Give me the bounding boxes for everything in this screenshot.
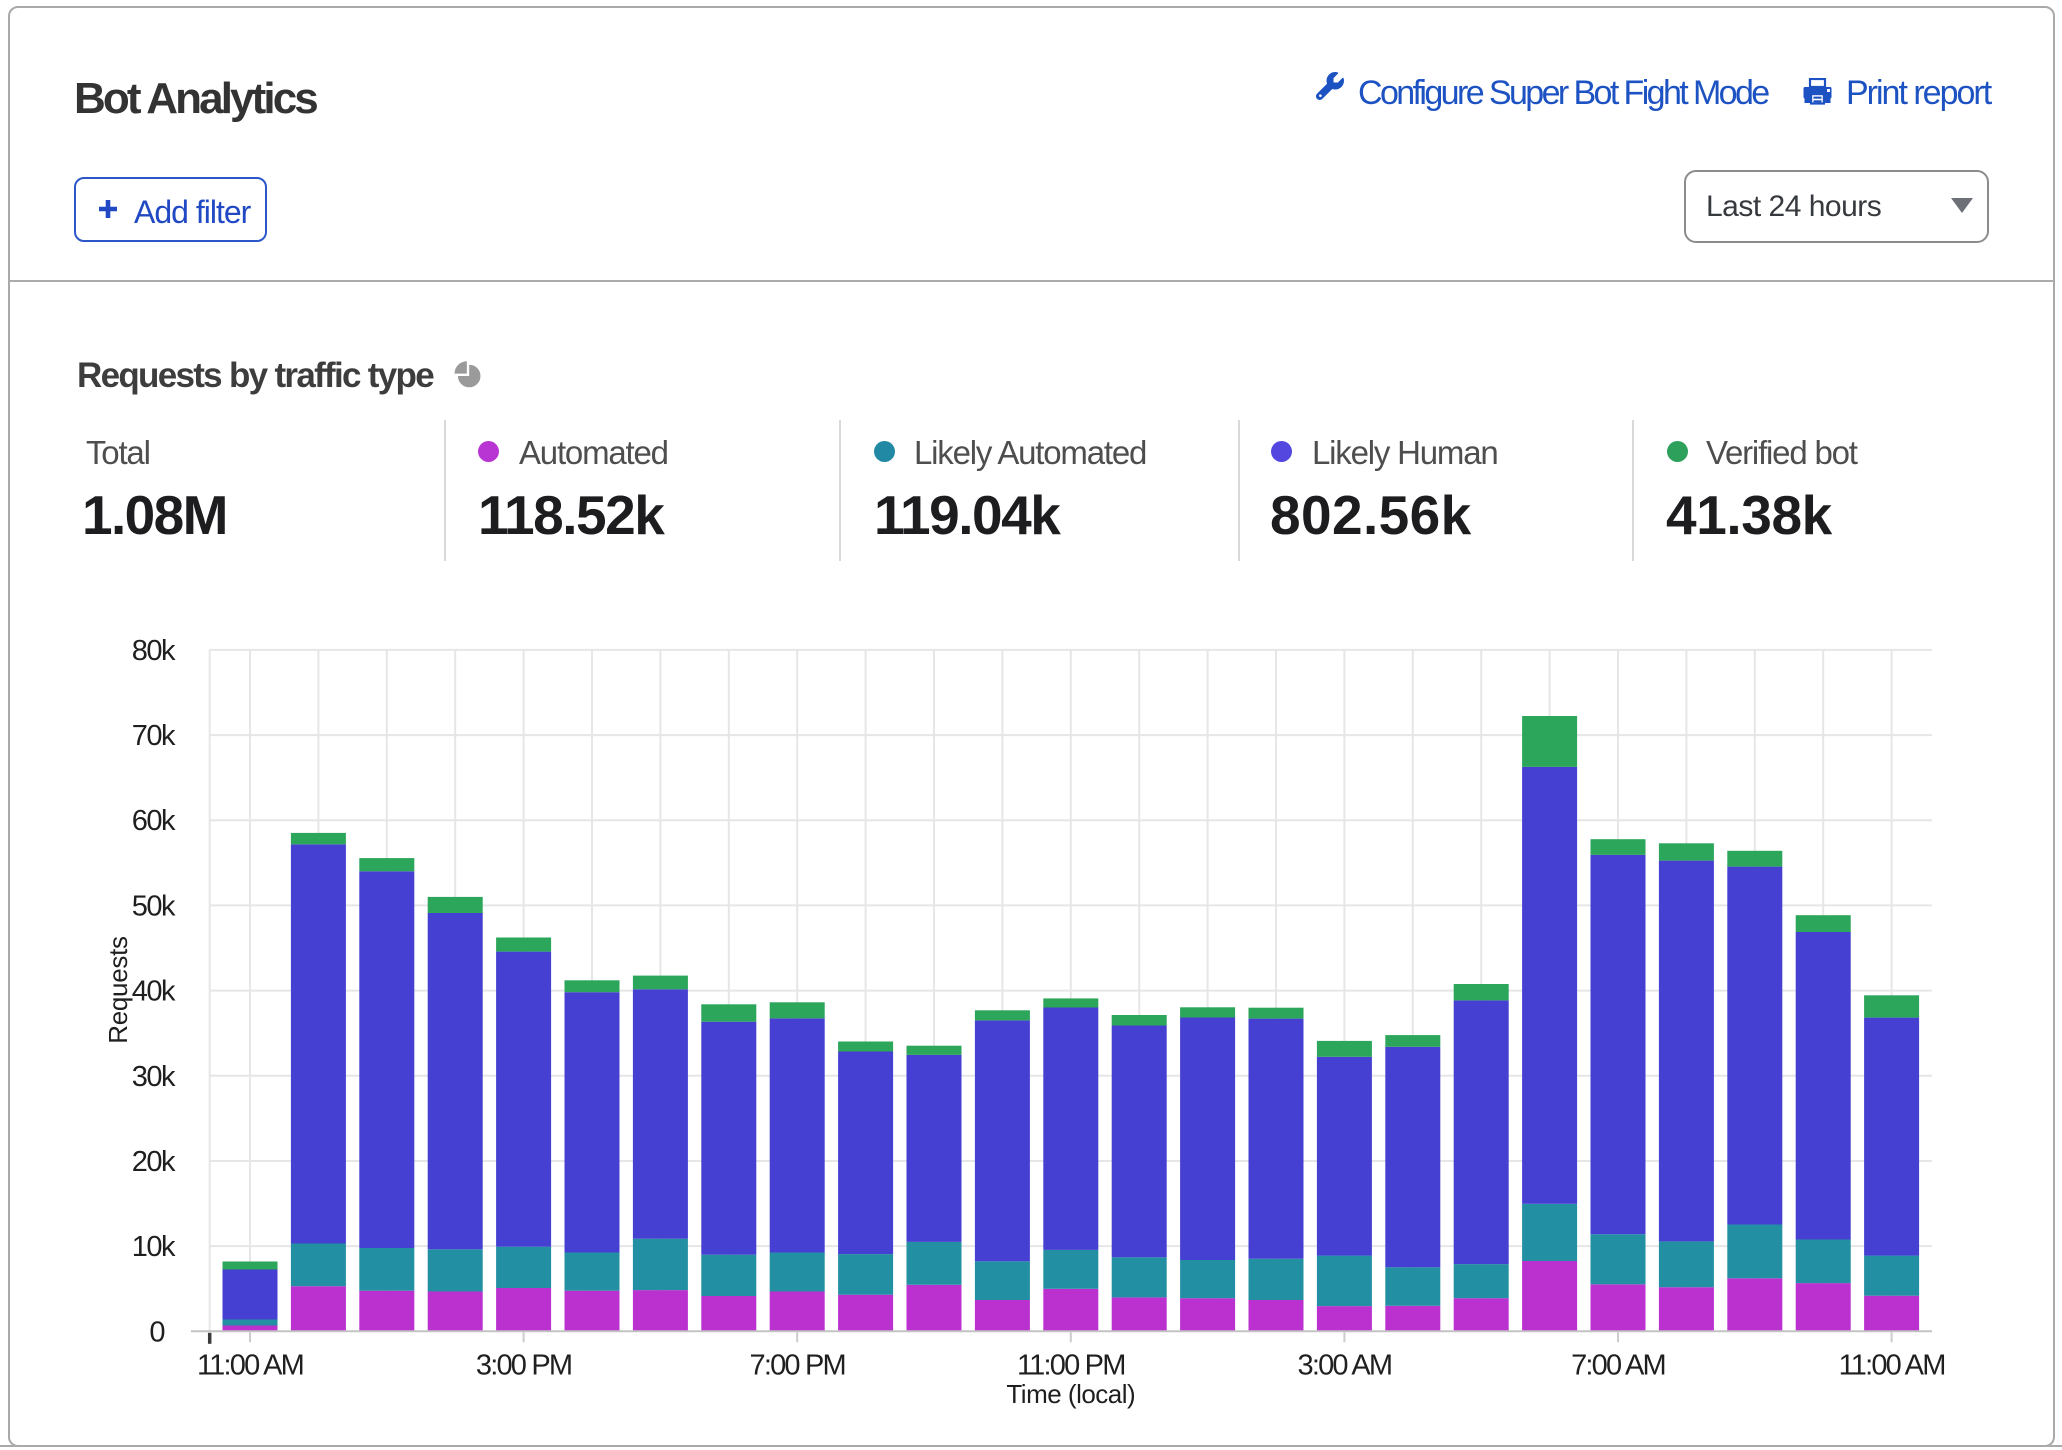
- svg-text:60k: 60k: [132, 805, 176, 837]
- svg-text:Requests: Requests: [103, 936, 133, 1044]
- svg-text:7:00 PM: 7:00 PM: [749, 1350, 844, 1382]
- svg-text:11:00 AM: 11:00 AM: [1839, 1350, 1945, 1382]
- svg-text:40k: 40k: [132, 976, 176, 1008]
- svg-text:50k: 50k: [132, 890, 176, 922]
- svg-text:3:00 PM: 3:00 PM: [476, 1350, 571, 1382]
- svg-text:80k: 80k: [132, 635, 176, 667]
- svg-text:20k: 20k: [132, 1146, 176, 1178]
- svg-text:30k: 30k: [132, 1061, 176, 1093]
- svg-text:0: 0: [149, 1316, 164, 1348]
- svg-text:70k: 70k: [132, 720, 176, 752]
- svg-text:11:00 AM: 11:00 AM: [197, 1350, 303, 1382]
- svg-text:11:00 PM: 11:00 PM: [1017, 1350, 1125, 1382]
- svg-text:3:00 AM: 3:00 AM: [1297, 1350, 1391, 1382]
- svg-text:10k: 10k: [132, 1231, 176, 1263]
- svg-text:7:00 AM: 7:00 AM: [1571, 1350, 1665, 1382]
- svg-text:Time (local): Time (local): [1006, 1379, 1135, 1409]
